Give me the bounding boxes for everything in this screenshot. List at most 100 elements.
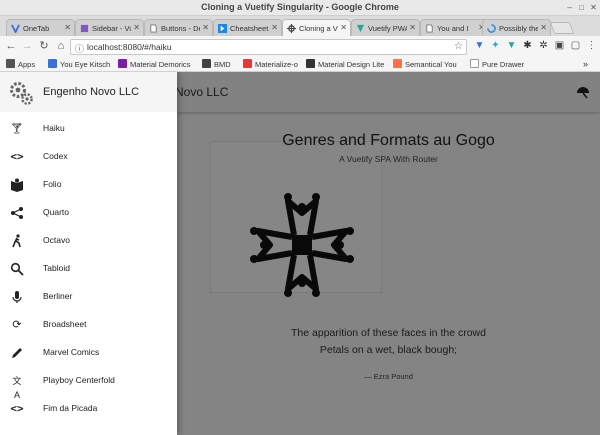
- tab-cloning-active[interactable]: Cloning a Vuetify ✕: [282, 19, 351, 37]
- tab-you-and-i[interactable]: You and I ✕: [420, 19, 489, 36]
- favicon-icon: [356, 24, 365, 33]
- navigation-drawer: Engenho Novo LLC 🍸︎ Haiku <> Codex Folio…: [0, 72, 177, 435]
- loading-spinner-icon: [487, 24, 496, 33]
- bookmark-star-icon[interactable]: ☆: [454, 41, 463, 52]
- document-icon: [426, 24, 433, 33]
- close-tab-icon[interactable]: ✕: [271, 23, 278, 32]
- drawer-header: Engenho Novo LLC: [0, 72, 177, 112]
- favicon-icon: [80, 24, 89, 33]
- nav-item-broadsheet[interactable]: ⟳ Broadsheet: [0, 311, 177, 339]
- close-tab-icon[interactable]: ✕: [64, 23, 71, 32]
- tab-label: Sidebar - Vuetify: [92, 24, 131, 33]
- document-icon: [150, 24, 157, 33]
- menu-icon[interactable]: ⋮: [586, 40, 597, 51]
- nav-item-label: Codex: [43, 151, 68, 161]
- bookmark-item[interactable]: Materialize-o: [243, 59, 298, 70]
- close-tab-icon[interactable]: ✕: [409, 23, 416, 32]
- tab-buttons[interactable]: Buttons - Deploy ✕: [144, 19, 213, 36]
- nav-item-label: Marvel Comics: [43, 347, 100, 357]
- nav-item-haiku[interactable]: 🍸︎ Haiku: [0, 115, 177, 143]
- bookmark-item[interactable]: Material Design Lite: [306, 59, 384, 70]
- address-bar[interactable]: ⓘ localhost:8080/#/haiku ☆: [70, 39, 467, 55]
- bookmark-favicon-icon: [202, 59, 211, 68]
- bookmark-item[interactable]: Semantical You: [393, 59, 457, 70]
- close-tab-icon[interactable]: ✕: [133, 23, 140, 32]
- tab-label: Possibly the: [499, 24, 538, 33]
- gears-icon: [10, 82, 33, 105]
- tab-onetab[interactable]: OneTab ✕: [6, 19, 75, 36]
- bookmarks-bar: Apps You Eye Kitsch Material Demorics BM…: [0, 57, 600, 72]
- home-icon[interactable]: ⌂: [54, 39, 68, 53]
- nav-item-fim-da-picada[interactable]: <> Fim da Picada: [0, 395, 177, 423]
- nav-item-marvel-comics[interactable]: Marvel Comics: [0, 339, 177, 367]
- more-bookmarks-icon[interactable]: »: [583, 59, 588, 70]
- nav-item-folio[interactable]: Folio: [0, 171, 177, 199]
- window-title-bar: Cloning a Vuetify Singularity - Google C…: [0, 0, 600, 16]
- nav-item-label: Octavo: [43, 235, 70, 245]
- pencil-icon: [12, 348, 22, 358]
- page-viewport: Novo LLC Genres and Formats au Gogo A Vu…: [0, 72, 600, 435]
- settings-extension-icon[interactable]: ✱: [522, 40, 533, 51]
- nav-item-label: Quarto: [43, 207, 69, 217]
- close-tab-icon[interactable]: ✕: [202, 23, 209, 32]
- tab-vuetify-pwa[interactable]: Vuetify PWA ✕: [351, 19, 420, 36]
- nav-item-octavo[interactable]: Octavo: [0, 227, 177, 255]
- maximize-icon[interactable]: □: [577, 3, 586, 12]
- sync-icon: ⟳: [12, 319, 22, 331]
- tab-label: Buttons - Deploy: [161, 24, 200, 33]
- bookmark-item[interactable]: You Eye Kitsch: [48, 59, 110, 70]
- nav-item-label: Berliner: [43, 291, 73, 301]
- favicon-icon: [11, 24, 20, 33]
- window-title: Cloning a Vuetify Singularity - Google C…: [201, 2, 399, 12]
- close-window-icon[interactable]: ✕: [589, 3, 598, 12]
- address-url[interactable]: localhost:8080/#/haiku: [87, 42, 172, 52]
- walk-icon: [12, 234, 21, 248]
- tab-label: Vuetify PWA: [368, 24, 407, 33]
- tab-strip: OneTab ✕ Sidebar - Vuetify ✕ Buttons - D…: [0, 16, 600, 37]
- tab-possibly[interactable]: Possibly the ✕: [482, 19, 551, 36]
- tab-sidebar[interactable]: Sidebar - Vuetify ✕: [75, 19, 144, 36]
- code-icon: <>: [10, 402, 24, 415]
- tab-label: OneTab: [23, 24, 50, 33]
- bookmark-item[interactable]: Material Demorics: [118, 59, 190, 70]
- twitter-extension-icon[interactable]: ✦: [490, 40, 501, 51]
- tab-cheatsheet[interactable]: Cheatsheet ✕: [213, 19, 282, 36]
- back-icon[interactable]: ←: [4, 39, 18, 53]
- bug-extension-icon[interactable]: ✲: [538, 40, 549, 51]
- forward-icon[interactable]: →: [20, 39, 34, 53]
- apps-grid-icon: [6, 59, 15, 68]
- bookmark-favicon-icon: [243, 59, 252, 68]
- translate-icon: 文A: [12, 376, 22, 400]
- cocktail-glass-icon: 🍸︎: [10, 123, 24, 135]
- tab-label: Cheatsheet: [230, 24, 269, 33]
- nav-item-label: Broadsheet: [43, 319, 87, 329]
- nav-item-berliner[interactable]: Berliner: [0, 283, 177, 311]
- cast-icon[interactable]: ▢: [570, 40, 581, 51]
- favicon-icon: [218, 24, 227, 33]
- nav-item-codex[interactable]: <> Codex: [0, 143, 177, 171]
- bookmark-apps[interactable]: Apps: [6, 59, 35, 70]
- extension-icon[interactable]: ▣: [554, 40, 565, 51]
- bookmark-favicon-icon: [48, 59, 57, 68]
- nav-item-playboy-centerfold[interactable]: 文A Playboy Centerfold: [0, 367, 177, 400]
- minimize-icon[interactable]: –: [565, 3, 574, 12]
- bookmark-favicon-icon: [306, 59, 315, 68]
- nav-item-label: Folio: [43, 179, 62, 189]
- new-tab-button[interactable]: [549, 22, 575, 34]
- nav-item-quarto[interactable]: Quarto: [0, 199, 177, 227]
- book-icon: [11, 178, 23, 192]
- tab-label: You and I: [437, 24, 469, 33]
- page-info-icon[interactable]: ⓘ: [75, 42, 84, 55]
- nav-item-label: Playboy Centerfold: [43, 375, 115, 385]
- close-tab-icon[interactable]: ✕: [340, 23, 347, 32]
- bookmark-item[interactable]: Pure Drawer: [470, 59, 524, 70]
- bookmark-item[interactable]: BMD: [202, 59, 231, 70]
- vue-extension-icon[interactable]: ▼: [506, 40, 517, 51]
- code-icon: <>: [10, 150, 24, 163]
- onetab-extension-icon[interactable]: ▼: [474, 40, 485, 51]
- bookmark-favicon-icon: [118, 59, 127, 68]
- nav-item-tabloid[interactable]: Tabloid: [0, 255, 177, 283]
- close-tab-icon[interactable]: ✕: [540, 23, 547, 32]
- reload-icon[interactable]: ↻: [37, 39, 51, 53]
- share-icon: [11, 207, 23, 219]
